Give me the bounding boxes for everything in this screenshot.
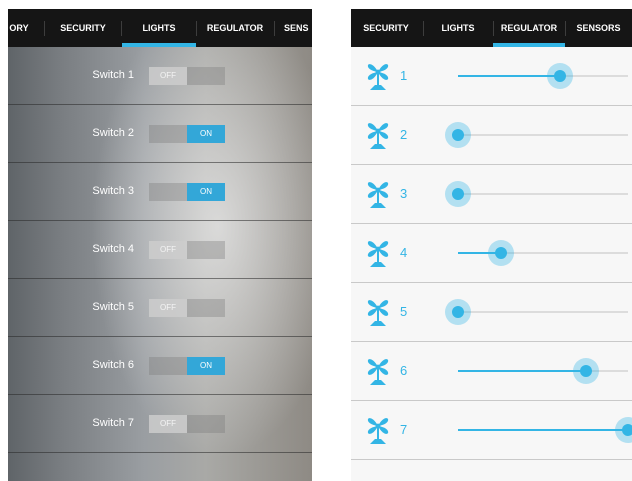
regulator-row: 1	[351, 47, 632, 106]
regulator-row: 4	[351, 224, 632, 283]
switch-row: Switch 1 OFF	[8, 47, 312, 105]
switch-row: Switch 4 OFF	[8, 221, 312, 279]
switch-label: Switch 4	[92, 243, 134, 255]
slider-thumb[interactable]	[487, 240, 514, 266]
regulator-screen: SECURITY LIGHTS REGULATOR SENSORS 1 2 3 4 5 6…	[351, 9, 632, 481]
regulator-row: 3	[351, 165, 632, 224]
toggle-state: ON	[187, 183, 225, 201]
regulator-number: 5	[400, 304, 408, 319]
switch-label: Switch 5	[92, 301, 134, 313]
tab-bar: ORY SECURITY LIGHTS REGULATOR SENS	[8, 9, 312, 47]
slider-thumb[interactable]	[445, 299, 471, 325]
speed-slider[interactable]	[445, 181, 628, 207]
regulator-row: 2	[351, 106, 632, 165]
tab-sensors[interactable]: SENSORS	[565, 9, 632, 47]
lights-screen: ORY SECURITY LIGHTS REGULATOR SENS Switc…	[8, 9, 312, 481]
toggle-state: ON	[187, 125, 225, 143]
fan-icon	[365, 295, 391, 327]
regulator-row: 7	[351, 401, 632, 460]
tab-lights[interactable]: LIGHTS	[122, 9, 196, 47]
tab-bar: SECURITY LIGHTS REGULATOR SENSORS	[351, 9, 632, 47]
switch-label: Switch 1	[92, 69, 134, 81]
regulator-number: 4	[400, 245, 408, 260]
switch-row: Switch 3 ON	[8, 163, 312, 221]
slider-fill	[458, 370, 586, 372]
toggle-state: OFF	[149, 299, 187, 317]
switch-label: Switch 6	[92, 359, 134, 371]
switch-toggle[interactable]: ON	[149, 183, 225, 201]
switch-row: Switch 7 OFF	[8, 395, 312, 453]
tab-security[interactable]: SECURITY	[351, 9, 421, 47]
slider-fill	[458, 429, 628, 431]
fan-icon	[365, 354, 391, 386]
slider-thumb[interactable]	[445, 122, 471, 148]
switch-toggle[interactable]: OFF	[149, 415, 225, 433]
regulator-number: 1	[400, 68, 408, 83]
tab-separator	[196, 21, 197, 36]
switch-toggle[interactable]: OFF	[149, 241, 225, 259]
switch-label: Switch 7	[92, 417, 134, 429]
speed-slider[interactable]	[458, 240, 628, 266]
switch-toggle[interactable]: ON	[149, 357, 225, 375]
regulator-row: 6	[351, 342, 632, 401]
toggle-state: ON	[187, 357, 225, 375]
regulator-number: 7	[400, 422, 408, 437]
switch-toggle[interactable]: OFF	[149, 299, 225, 317]
slider-thumb[interactable]	[615, 417, 632, 443]
speed-slider[interactable]	[445, 299, 628, 325]
tab-sensors-partial[interactable]: SENS	[284, 9, 312, 47]
speed-slider[interactable]	[458, 63, 628, 89]
speed-slider[interactable]	[445, 122, 628, 148]
tab-separator	[274, 21, 275, 36]
switch-row: Switch 2 ON	[8, 105, 312, 163]
toggle-state: OFF	[149, 241, 187, 259]
slider-fill	[458, 75, 560, 77]
switch-row: Switch 6 ON	[8, 337, 312, 395]
fan-icon	[365, 118, 391, 150]
regulator-number: 2	[400, 127, 408, 142]
switch-label: Switch 3	[92, 185, 134, 197]
slider-thumb[interactable]	[445, 181, 471, 207]
slider-thumb[interactable]	[547, 63, 573, 89]
regulator-row: 5	[351, 283, 632, 342]
fan-icon	[365, 236, 391, 268]
regulator-number: 3	[400, 186, 408, 201]
tab-security[interactable]: SECURITY	[52, 9, 114, 47]
slider-thumb[interactable]	[572, 358, 599, 384]
tab-regulator[interactable]: REGULATOR	[202, 9, 268, 47]
fan-icon	[365, 413, 391, 445]
tab-separator	[44, 21, 45, 36]
switch-toggle[interactable]: ON	[149, 125, 225, 143]
speed-slider[interactable]	[458, 417, 632, 443]
tab-lights[interactable]: LIGHTS	[423, 9, 493, 47]
switch-row: Switch 5 OFF	[8, 279, 312, 337]
regulator-number: 6	[400, 363, 408, 378]
toggle-state: OFF	[149, 67, 187, 85]
fan-icon	[365, 59, 391, 91]
switch-label: Switch 2	[92, 127, 134, 139]
speed-slider[interactable]	[458, 358, 628, 384]
tab-factory-partial[interactable]: ORY	[8, 9, 30, 47]
switch-toggle[interactable]: OFF	[149, 67, 225, 85]
toggle-state: OFF	[149, 415, 187, 433]
tab-regulator[interactable]: REGULATOR	[493, 9, 565, 47]
fan-icon	[365, 177, 391, 209]
